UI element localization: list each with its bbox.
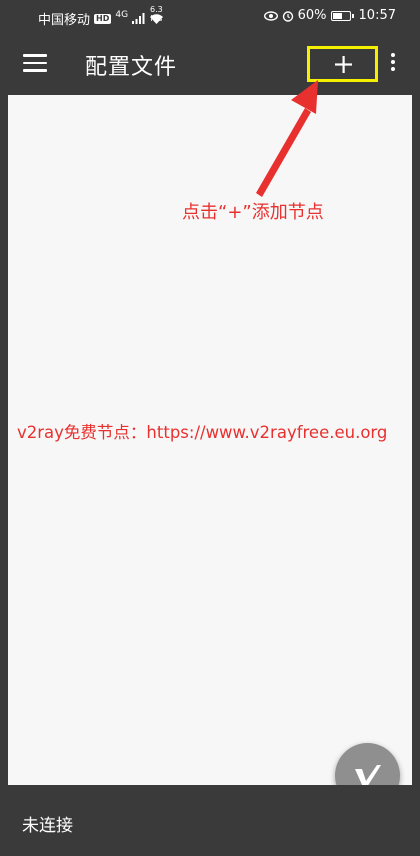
connection-status: 未连接 — [22, 816, 73, 836]
add-node-hint: 点击“+”添加节点 — [182, 202, 324, 223]
phone-screen: 中国移动 HD 4G 6.3 K/s 60% 10:57 配置文件 点击“+”添… — [0, 0, 420, 856]
free-node-link-text: v2ray免费节点：https://www.v2rayfree.eu.org — [17, 423, 388, 442]
bottom-status-bar: 未连接 — [0, 785, 420, 856]
